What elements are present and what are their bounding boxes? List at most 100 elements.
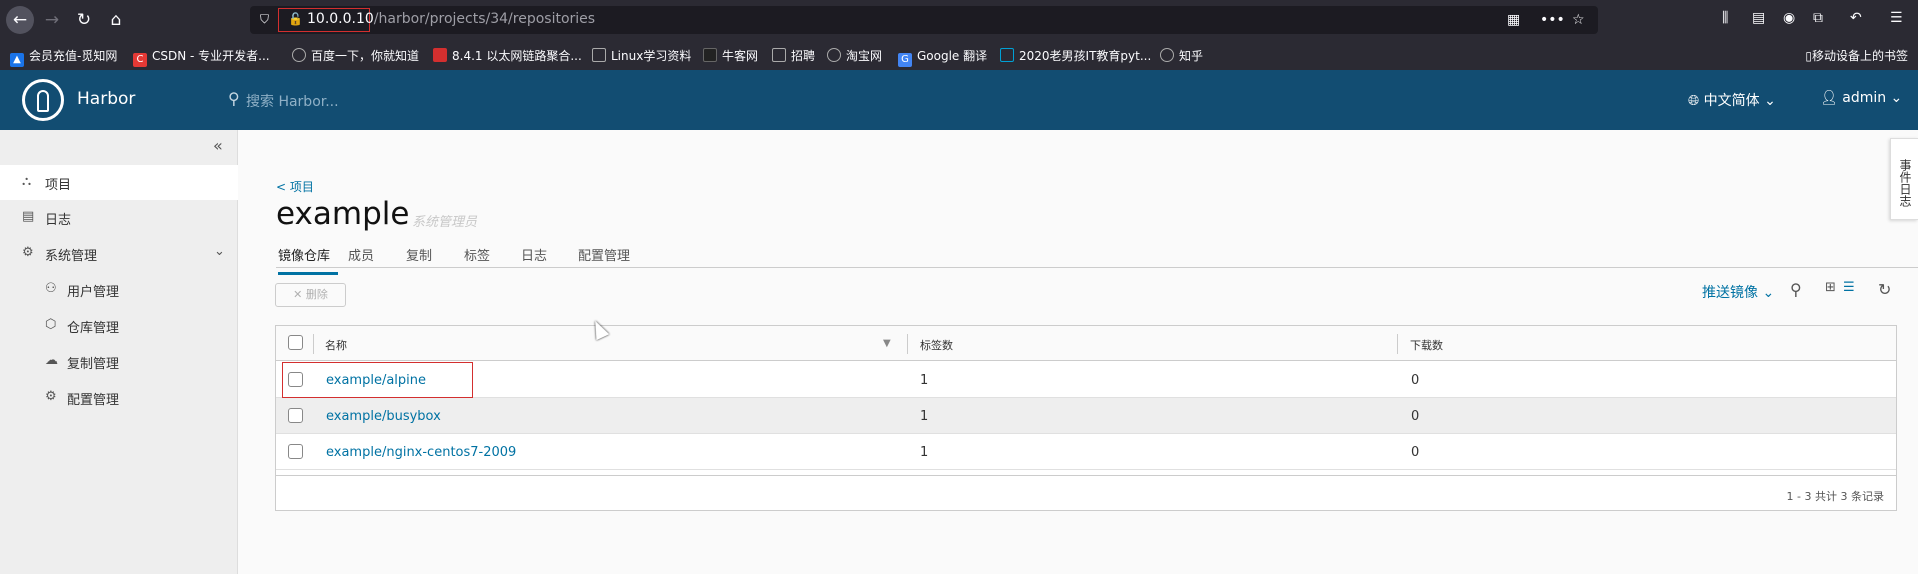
home-icon[interactable]: ⌂ (104, 8, 128, 32)
harbor-logo-icon[interactable] (22, 79, 64, 121)
insecure-lock-icon[interactable]: 🔓 (288, 12, 303, 26)
translate-icon: G (898, 53, 912, 67)
page-actions-icon[interactable]: ••• (1540, 12, 1565, 28)
main-content: < 项目 example 系统管理员 镜像仓库 成员 复制 标签 日志 配置管理… (238, 130, 1918, 574)
back-to-projects-link[interactable]: < 项目 (276, 178, 314, 195)
logs-icon: ▤ (22, 209, 35, 224)
tab-replication[interactable]: 复制 (406, 245, 432, 264)
account-icon[interactable]: ◉ (1783, 10, 1795, 26)
sidebar: « ⛬ 项目 ▤ 日志 ⚙ 系统管理 ⌄ ⚇ 用户管理 ⬡ 仓库管理 ☁ 复制管… (0, 130, 238, 574)
user-icon: 👤︎ (1820, 90, 1843, 106)
csdn-icon: C (133, 53, 147, 67)
tab-logs[interactable]: 日志 (521, 245, 547, 264)
row-checkbox[interactable] (288, 408, 303, 423)
globe-icon: 🌐︎ (1688, 93, 1704, 109)
sidebar-item-config[interactable]: ⚙ 配置管理 (0, 380, 238, 415)
chevron-down-icon: ⌄ (1886, 90, 1903, 106)
card-view-icon[interactable]: ⊞ (1825, 280, 1836, 295)
search-icon: ⚲ (228, 89, 240, 108)
list-view-icon[interactable]: ☰ (1843, 280, 1855, 295)
repositories-table: 名称 ▼ 标签数 下载数 example/alpine 1 0 example/… (275, 325, 1897, 511)
bookmark-4[interactable]: Linux学习资料 (592, 47, 691, 64)
user-menu[interactable]: 👤︎ admin ⌄ (1820, 90, 1902, 106)
bookmark-3[interactable]: 8.4.1 以太网链路聚合... (433, 47, 582, 64)
table-header: 名称 ▼ 标签数 下载数 (276, 326, 1896, 361)
filter-icon[interactable]: ▼ (883, 338, 891, 349)
sidebar-icon[interactable]: ▤ (1752, 10, 1765, 26)
folder-icon (592, 48, 606, 62)
table-row[interactable]: example/alpine 1 0 (276, 362, 1896, 398)
column-header-name[interactable]: 名称 (325, 337, 347, 353)
menu-icon[interactable]: ☰ (1890, 10, 1903, 26)
harbor-header: Harbor ⚲ 搜索 Harbor... 🌐︎ 中文简体 ⌄ 👤︎ admin… (0, 70, 1918, 130)
reload-icon[interactable]: ↻ (72, 8, 96, 32)
bookmark-6[interactable]: 招聘 (772, 47, 815, 64)
projects-icon: ⛬ (22, 174, 32, 189)
language-selector[interactable]: 🌐︎ 中文简体 ⌄ (1688, 90, 1776, 110)
tab-repositories[interactable]: 镜像仓库 (278, 245, 338, 275)
sidebar-item-users[interactable]: ⚇ 用户管理 (0, 272, 238, 307)
mobile-icon: ▯ (1805, 49, 1812, 63)
sidebar-item-projects[interactable]: ⛬ 项目 (0, 165, 238, 200)
push-image-button[interactable]: 推送镜像 ⌄ (1702, 282, 1774, 302)
table-row[interactable]: example/busybox 1 0 (276, 398, 1896, 434)
bookmark-8[interactable]: G Google 翻译 (898, 47, 987, 67)
url-text[interactable]: 10.0.0.10/harbor/projects/34/repositorie… (307, 11, 595, 27)
table-row[interactable]: example/nginx-centos7-2009 1 0 (276, 434, 1896, 470)
tag-count: 1 (920, 445, 929, 460)
chevron-down-icon: ⌄ (1759, 93, 1776, 109)
admin-icon: ⚙ (22, 245, 34, 260)
sidebar-item-logs[interactable]: ▤ 日志 (0, 200, 238, 235)
book-icon (433, 48, 447, 62)
sidebar-item-replication[interactable]: ☁ 复制管理 (0, 344, 238, 379)
chevron-down-icon: ⌄ (214, 244, 225, 259)
bilibili-icon (1000, 48, 1014, 62)
collapse-sidebar-icon[interactable]: « (213, 136, 223, 155)
column-header-pulls[interactable]: 下载数 (1410, 337, 1443, 353)
bookmark-10[interactable]: 知乎 (1160, 47, 1203, 64)
bookmarks-bar: ▲ 会员充值-觅知网 C CSDN - 专业开发者... 百度一下，你就知道 8.4… (0, 40, 1918, 70)
extension-icon[interactable]: ⧉ (1813, 10, 1823, 26)
refresh-icon[interactable]: ↻ (1878, 280, 1891, 299)
row-checkbox[interactable] (288, 444, 303, 459)
pagination-summary: 1 - 3 共计 3 条记录 (1786, 490, 1884, 503)
nowcoder-icon (703, 48, 717, 62)
back-icon[interactable]: ← (6, 6, 34, 34)
delete-button[interactable]: ✕ 删除 (275, 283, 346, 307)
library-icon[interactable]: ⫼ (1722, 10, 1728, 26)
event-log-tab[interactable]: 事件日志 (1890, 138, 1918, 220)
sidebar-item-admin[interactable]: ⚙ 系统管理 ⌄ (0, 236, 238, 271)
mobile-bookmarks[interactable]: ▯移动设备上的书签 (1805, 47, 1908, 64)
repository-link[interactable]: example/nginx-centos7-2009 (326, 445, 516, 460)
forward-icon[interactable]: → (40, 8, 64, 32)
bookmark-2[interactable]: 百度一下，你就知道 (292, 47, 419, 64)
bookmark-7[interactable]: 淘宝网 (827, 47, 882, 64)
bookmark-0[interactable]: ▲ 会员充值-觅知网 (10, 47, 117, 67)
bookmark-5[interactable]: 牛客网 (703, 47, 758, 64)
users-icon: ⚇ (45, 281, 57, 296)
sidebar-item-registries[interactable]: ⬡ 仓库管理 (0, 308, 238, 343)
tab-configuration[interactable]: 配置管理 (578, 245, 630, 264)
bookmark-star-icon[interactable]: ☆ (1572, 12, 1585, 28)
address-bar[interactable]: ⛉ 🔓 10.0.0.10/harbor/projects/34/reposit… (250, 6, 1598, 34)
qr-code-icon[interactable]: ▦ (1507, 12, 1520, 28)
column-header-tags[interactable]: 标签数 (920, 337, 953, 353)
brand-name[interactable]: Harbor (77, 89, 135, 109)
select-all-checkbox[interactable] (288, 335, 303, 350)
repository-link[interactable]: example/busybox (326, 409, 441, 424)
search-input[interactable]: 搜索 Harbor... (246, 91, 339, 111)
undo-icon[interactable]: ↶ (1850, 10, 1862, 26)
globe-icon (1160, 48, 1174, 62)
replication-icon: ☁ (45, 353, 58, 368)
globe-icon (292, 48, 306, 62)
chevron-down-icon: ⌄ (1758, 285, 1775, 301)
tab-labels[interactable]: 标签 (464, 245, 490, 264)
mountain-icon: ▲ (10, 53, 24, 67)
bookmark-9[interactable]: 2020老男孩IT教育pyt... (1000, 47, 1151, 64)
search-icon[interactable]: ⚲ (1790, 280, 1802, 299)
tab-members[interactable]: 成员 (348, 245, 374, 264)
browser-toolbar: ← → ↻ ⌂ ⛉ 🔓 10.0.0.10/harbor/projects/34… (0, 0, 1918, 40)
bookmark-1[interactable]: C CSDN - 专业开发者... (133, 47, 270, 67)
repository-link[interactable]: example/alpine (326, 373, 426, 388)
role-label: 系统管理员 (412, 215, 478, 230)
